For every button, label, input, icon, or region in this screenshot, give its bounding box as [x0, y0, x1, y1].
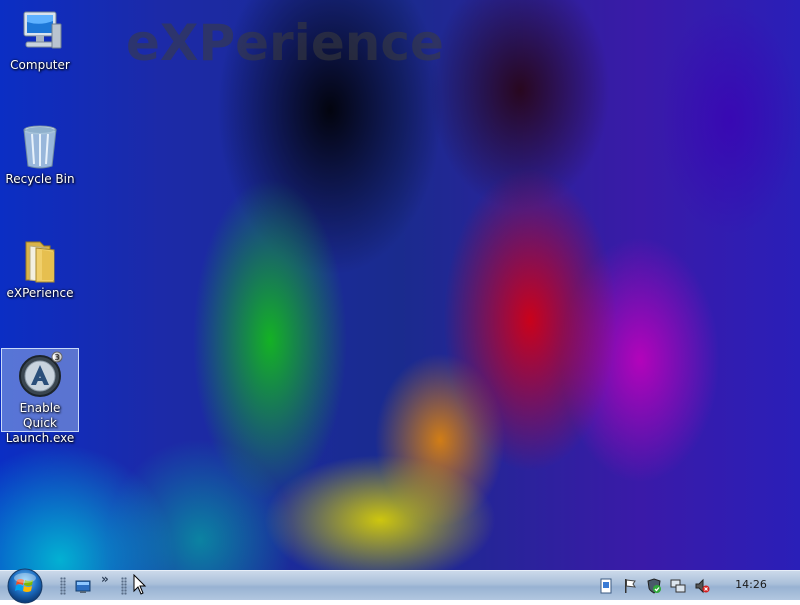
taskbar: » 14:26 [0, 568, 800, 604]
show-desktop-icon[interactable] [75, 578, 91, 594]
mouse-cursor-icon [133, 574, 147, 595]
desktop-icon-label: Enable Quick Launch.exe [5, 401, 75, 445]
desktop-icon-experience-folder[interactable]: eXPerience [1, 236, 79, 301]
svg-text:3: 3 [54, 353, 59, 362]
desktop-icon-recycle-bin[interactable]: Recycle Bin [1, 122, 79, 187]
quick-launch-overflow-button[interactable]: » [101, 572, 109, 586]
desktop-icon-label: Recycle Bin [5, 172, 75, 186]
recycle-bin-icon [23, 125, 57, 169]
windows-start-orb-icon[interactable] [6, 567, 44, 605]
toolbar-grip[interactable] [121, 577, 127, 595]
desktop-icon-label: eXPerience [6, 286, 74, 300]
security-shield-icon[interactable] [646, 578, 662, 594]
network-icon[interactable] [670, 578, 686, 594]
desktop-icon-label: Computer [10, 58, 70, 72]
document-icon[interactable] [598, 578, 614, 594]
desktop-icon-computer[interactable]: Computer [1, 8, 79, 73]
computer-icon [23, 11, 62, 49]
wallpaper-brand-text: eXPerience [126, 14, 444, 72]
taskbar-clock[interactable]: 14:26 [728, 578, 774, 591]
toolbar-grip[interactable] [60, 577, 66, 595]
flag-icon[interactable] [622, 578, 638, 594]
volume-muted-icon[interactable] [694, 578, 710, 594]
desktop: eXPerience Computer Recycle Bin eXPerien… [0, 0, 800, 570]
folder-icon [25, 241, 55, 283]
application-icon: 3 [19, 351, 63, 397]
desktop-icon-enable-quick-launch[interactable]: 3 Enable Quick Launch.exe [1, 348, 79, 445]
wallpaper [0, 0, 800, 570]
